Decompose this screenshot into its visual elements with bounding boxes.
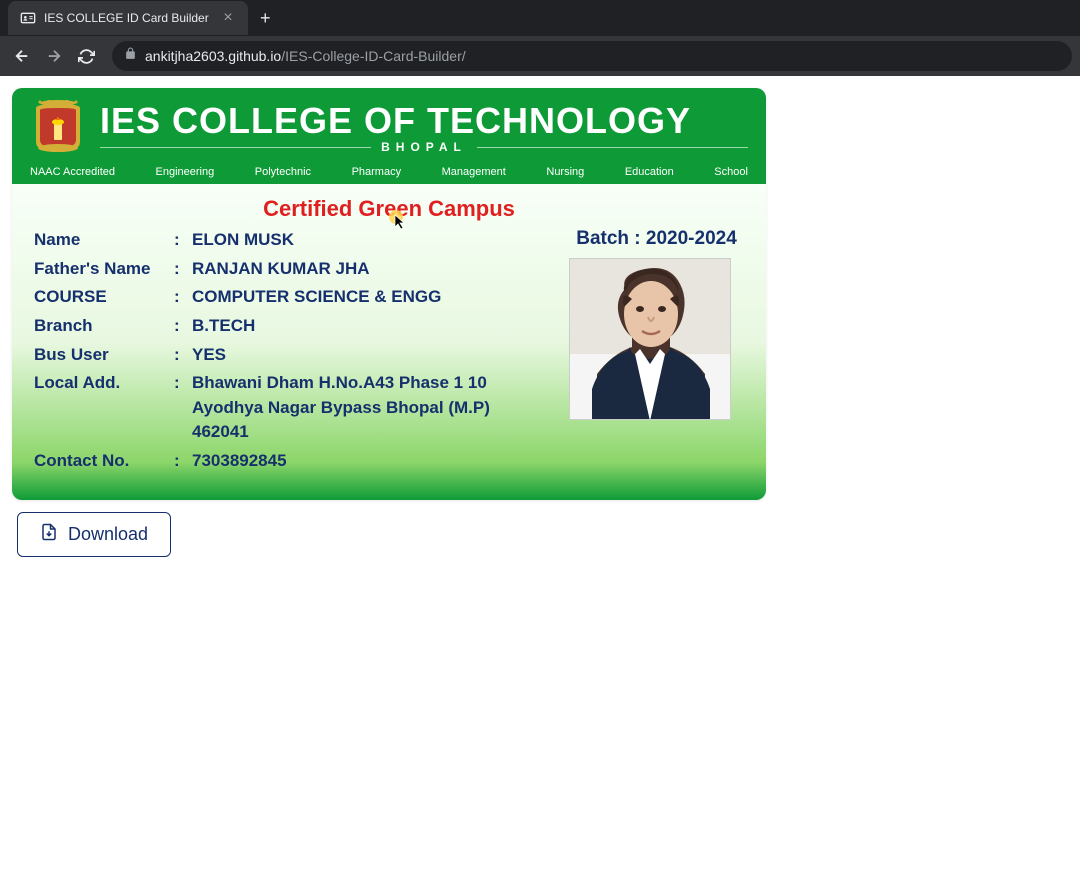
college-logo [30,100,86,156]
reload-button[interactable] [72,42,100,70]
department-item: School [714,166,748,178]
header-text: IES COLLEGE OF TECHNOLOGY BHOPAL [100,100,748,154]
batch-label: Batch : 2020-2024 [569,228,744,250]
details-table: Name:ELON MUSK Father's Name:RANJAN KUMA… [34,228,549,478]
department-item: Education [625,166,674,178]
close-tab-icon[interactable]: × [220,9,236,27]
tab-title: IES COLLEGE ID Card Builder [44,11,212,25]
detail-row-bus: Bus User:YES [34,343,549,368]
college-name: IES COLLEGE OF TECHNOLOGY [100,100,748,142]
city-label: BHOPAL [381,140,467,154]
detail-row-contact: Contact No.:7303892845 [34,449,549,474]
detail-row-address: Local Add.:Bhawani Dham H.No.A43 Phase 1… [34,371,549,445]
lock-icon [124,47,137,65]
department-item: Pharmacy [352,166,402,178]
address-bar[interactable]: ankitjha2603.github.io/IES-College-ID-Ca… [112,41,1072,71]
certified-banner: Certified Green Campus [34,196,744,222]
photo-column: Batch : 2020-2024 [569,228,744,478]
departments-row: NAAC Accredited Engineering Polytechnic … [12,160,766,184]
card-header: IES COLLEGE OF TECHNOLOGY BHOPAL [12,88,766,160]
browser-tab[interactable]: IES COLLEGE ID Card Builder × [8,1,248,35]
download-label: Download [68,524,148,545]
department-item: NAAC Accredited [30,166,115,178]
forward-button[interactable] [40,42,68,70]
browser-chrome: IES COLLEGE ID Card Builder × + ankitjha… [0,0,1080,76]
back-button[interactable] [8,42,36,70]
download-icon [40,523,58,546]
department-item: Management [442,166,506,178]
id-card: IES COLLEGE OF TECHNOLOGY BHOPAL NAAC Ac… [12,88,766,500]
favicon-id-card-icon [20,10,36,26]
detail-row-father: Father's Name:RANJAN KUMAR JHA [34,257,549,282]
toolbar: ankitjha2603.github.io/IES-College-ID-Ca… [0,36,1080,76]
page-content: IES COLLEGE OF TECHNOLOGY BHOPAL NAAC Ac… [0,76,1080,569]
detail-row-course: COURSE:COMPUTER SCIENCE & ENGG [34,285,549,310]
download-button[interactable]: Download [17,512,171,557]
new-tab-button[interactable]: + [248,8,283,29]
city-divider: BHOPAL [100,140,748,154]
url: ankitjha2603.github.io/IES-College-ID-Ca… [145,48,466,64]
department-item: Engineering [156,166,215,178]
detail-row-branch: Branch:B.TECH [34,314,549,339]
detail-row-name: Name:ELON MUSK [34,228,549,253]
student-photo [569,258,731,420]
department-item: Nursing [546,166,584,178]
tab-bar: IES COLLEGE ID Card Builder × + [0,0,1080,36]
department-item: Polytechnic [255,166,311,178]
card-body: Certified Green Campus Name:ELON MUSK Fa… [12,184,766,500]
